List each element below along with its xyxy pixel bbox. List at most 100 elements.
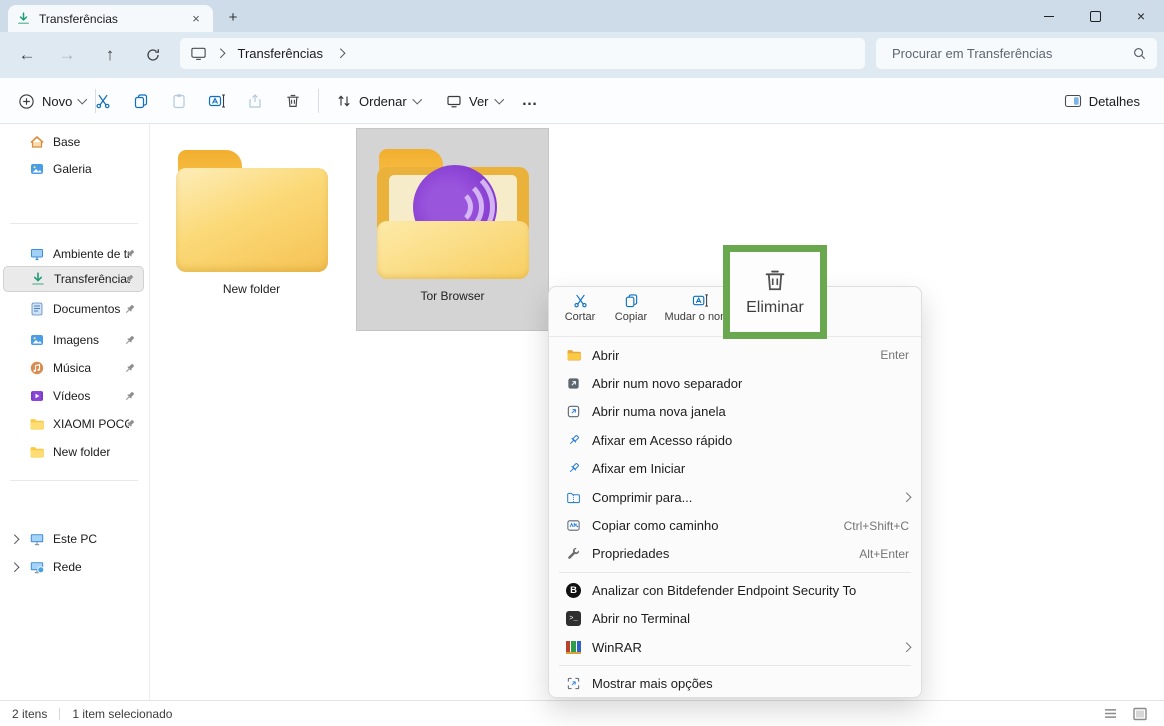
share-button[interactable] [237,83,273,119]
sort-button[interactable]: Ordenar [328,83,428,119]
sidebar-item-imagens[interactable]: Imagens [3,327,144,353]
refresh-icon [145,47,161,63]
maximize-button[interactable] [1072,0,1118,32]
pin-icon [123,334,136,347]
details-pane-button[interactable]: Detalhes [1056,83,1148,119]
menu-item-abrir[interactable]: Abrir Enter [553,341,917,369]
cut-button[interactable] [85,83,121,119]
search-icon[interactable] [1132,46,1147,61]
breadcrumb-segment[interactable]: Transferências [238,46,324,61]
desktop-icon [29,246,45,262]
sort-button-label: Ordenar [359,94,407,109]
back-button[interactable]: ← [7,35,47,75]
minimize-button[interactable] [1026,0,1072,32]
search-box [876,38,1157,69]
search-input[interactable] [890,45,1132,62]
expand-chevron-icon[interactable] [10,562,19,571]
tab-close-button[interactable]: × [187,10,205,28]
tor-browser-folder-icon [377,149,529,279]
view-button[interactable]: Ver [438,83,510,119]
sidebar-item-videos[interactable]: Vídeos [3,383,144,409]
view-button-label: Ver [469,94,489,109]
up-button[interactable]: ↑ [90,35,130,75]
quick-action-label: Eliminar [746,299,804,317]
menu-item-label: Afixar em Iniciar [592,461,685,476]
new-tab-button[interactable]: + [222,7,244,27]
wrench-icon [565,545,582,562]
file-name: Tor Browser [420,289,484,303]
file-name: New folder [223,282,280,296]
file-explorer-window: Transferências × + × ← → ↑ Transferência… [0,0,1164,726]
home-icon [29,134,45,150]
rename-button[interactable] [199,83,235,119]
folder-icon [176,150,328,272]
pin-icon [123,362,136,375]
tab-title: Transferências [39,12,187,26]
sidebar-item-galeria[interactable]: Galeria [3,156,144,182]
sidebar-item-base[interactable]: Base [3,129,144,155]
menu-item-propriedades[interactable]: Propriedades Alt+Enter [553,540,917,568]
breadcrumb-chevron-icon[interactable] [336,49,345,58]
new-button[interactable]: Novo [10,83,94,119]
sidebar-item-ambiente-de-trabalho[interactable]: Ambiente de tra [3,241,144,267]
ellipsis-icon: … [522,96,539,106]
menu-item-comprimir-para[interactable]: Comprimir para... [553,483,917,511]
open-new-window-icon [565,403,582,420]
tab-transferencias[interactable]: Transferências × [8,5,213,32]
zip-folder-icon [565,489,582,506]
sidebar-item-transferencias[interactable]: Transferências [3,266,144,292]
menu-item-abrir-no-terminal[interactable]: >_ Abrir no Terminal [553,605,917,633]
menu-item-shortcut: Ctrl+Shift+C [844,519,909,533]
thumbnail-view-toggle[interactable] [1132,707,1148,721]
scissors-icon [95,93,111,109]
menu-separator [559,665,911,666]
sidebar-item-xiaomi-poco[interactable]: XIAOMI POCO F [3,411,144,437]
sidebar-item-label: Galeria [53,162,92,176]
expand-chevron-icon[interactable] [10,534,19,543]
menu-item-label: Afixar em Acesso rápido [592,433,732,448]
menu-item-abrir-nova-janela[interactable]: Abrir numa nova janela [553,398,917,426]
menu-item-copiar-como-caminho[interactable]: Copiar como caminho Ctrl+Shift+C [553,511,917,539]
menu-item-afixar-iniciar[interactable]: Afixar em Iniciar [553,455,917,483]
sidebar-item-documentos[interactable]: Documentos [3,296,144,322]
maximize-icon [1090,11,1101,22]
sidebar-item-este-pc[interactable]: Este PC [3,526,144,552]
menu-item-label: Comprimir para... [592,490,692,505]
menu-item-bitdefender-scan[interactable]: B Analizar con Bitdefender Endpoint Secu… [553,576,917,604]
quick-copy-button[interactable]: Copiar [607,293,655,323]
title-bar: Transferências × + × [0,0,1164,32]
refresh-button[interactable] [133,35,173,75]
menu-item-abrir-novo-separador[interactable]: Abrir num novo separador [553,369,917,397]
this-pc-icon [29,531,45,547]
file-tile-new-folder[interactable]: New folder [173,134,330,330]
list-view-toggle[interactable] [1103,708,1118,719]
close-button[interactable]: × [1118,0,1164,32]
menu-item-winrar[interactable]: WinRAR [553,633,917,661]
sidebar-item-rede[interactable]: Rede [3,554,144,580]
sidebar-item-label: Documentos [53,302,120,316]
menu-item-afixar-acesso-rapido[interactable]: Afixar em Acesso rápido [553,426,917,454]
sidebar-item-musica[interactable]: Música [3,355,144,381]
this-pc-icon[interactable] [190,45,207,62]
documents-icon [29,301,45,317]
pin-icon [565,460,582,477]
minimize-icon [1044,16,1054,17]
more-button[interactable]: … [512,83,548,119]
breadcrumb-chevron-icon [216,49,225,58]
delete-button[interactable] [275,83,311,119]
quick-delete-button[interactable]: Eliminar [746,267,804,317]
submenu-chevron-icon [901,493,910,502]
file-tile-tor-browser[interactable]: Tor Browser [356,128,549,331]
paste-button[interactable] [161,83,197,119]
menu-item-label: Copiar como caminho [592,518,718,533]
quick-cut-button[interactable]: Cortar [557,293,603,323]
share-icon [247,93,263,109]
menu-item-mostrar-mais-opcoes[interactable]: Mostrar mais opções [553,669,917,697]
quick-action-label: Cortar [565,311,596,323]
gallery-icon [29,161,45,177]
submenu-chevron-icon [901,642,910,651]
sidebar-item-new-folder[interactable]: New folder [3,439,144,465]
downloads-icon [16,11,31,26]
copy-button[interactable] [123,83,159,119]
forward-button[interactable]: → [47,35,87,75]
